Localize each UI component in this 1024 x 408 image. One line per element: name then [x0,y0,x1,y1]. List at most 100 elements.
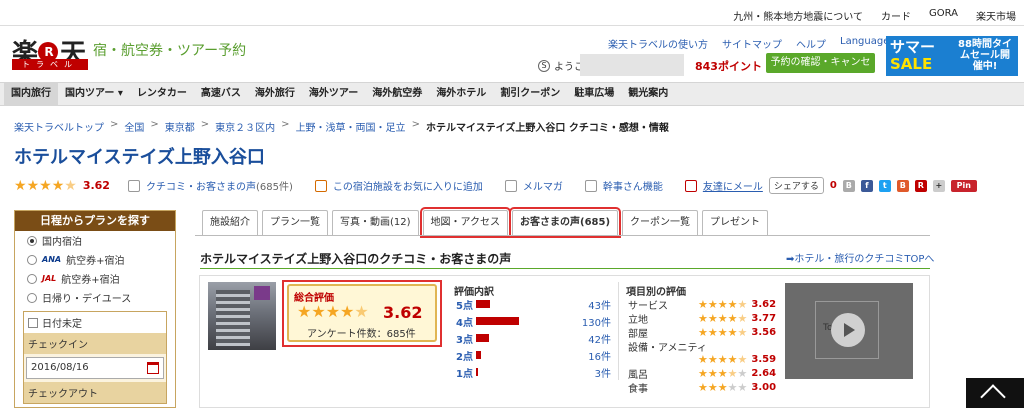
review-link[interactable]: クチコミ・お客さまの声(685件) [146,178,293,193]
nav-parking[interactable]: 駐車広場 [567,83,621,105]
dist-bar [476,300,490,308]
dist-row-5[interactable]: 5点 43件 [456,296,611,312]
date-search-heading: 日程からプランを探す [15,211,175,231]
crumb-23ku[interactable]: 東京２３区内 [215,119,275,134]
nav-rentacar[interactable]: レンタカー [130,83,194,105]
facebook-icon[interactable]: f [860,179,873,192]
dist-row-4[interactable]: 4点 130件 [456,313,611,329]
dist-row-2[interactable]: 2点 16件 [456,347,611,363]
video-player[interactable]: Toy Box [785,283,913,379]
option-domestic-stay[interactable]: 国内宿泊 [15,231,175,250]
link-sitemap[interactable]: サイトマップ [722,36,782,51]
tab-presents[interactable]: プレゼント [702,210,769,235]
nav-sightseeing[interactable]: 観光案内 [621,83,675,105]
undecided-label: 日付未定 [42,319,82,330]
option-label: 航空券+宿泊 [61,275,120,286]
twitter-icon[interactable]: t [878,179,891,192]
crumb-ueno[interactable]: 上野・浅草・両国・足立 [296,119,406,134]
nav-overseas-air[interactable]: 海外航空券 [365,83,429,105]
crumb-current: ホテルマイステイズ上野入谷口 クチコミ・感想・情報 [425,123,669,134]
undecided-checkbox-row[interactable]: 日付未定 [24,312,166,333]
item-row-equipment: ★ ★ ★ ★ ★ 3.59 [628,352,778,366]
header-links: 楽天トラベルの使い方 サイトマップ ヘルプ Languages ▾ [608,36,903,51]
rakuten-share-icon[interactable]: R [914,179,927,192]
crumb-tokyo[interactable]: 東京都 [165,119,195,134]
link-help[interactable]: ヘルプ [796,36,826,51]
tab-coupons[interactable]: クーポン一覧 [622,210,699,235]
pinterest-icon[interactable]: Pin [950,179,977,192]
nav-overseas-hotel[interactable]: 海外ホテル [429,83,493,105]
radio-icon[interactable] [27,235,37,246]
scroll-top-icon[interactable] [966,378,1024,408]
item-stars: ★ ★ ★ ★ ★ [698,297,748,311]
date-search-panel: 日程からプランを探す 国内宿泊 ANA 航空券+宿泊 JAL 航空券+宿泊 日帰… [14,210,176,408]
radio-icon[interactable] [27,292,37,303]
hatena-icon[interactable]: B [896,179,909,192]
item-score: 3.00 [751,381,777,393]
item-name: 風呂 [628,369,648,381]
mail-icon [504,179,517,192]
item-score: 3.62 [751,298,777,310]
link-howto[interactable]: 楽天トラベルの使い方 [608,36,708,51]
checkin-input[interactable]: 2016/08/16 [26,357,164,379]
dist-label: 3点 [456,334,473,346]
item-score: 2.64 [751,367,777,379]
tab-map[interactable]: 地図・アクセス [419,207,512,238]
crumb-top[interactable]: 楽天トラベルトップ [14,119,104,134]
dist-label: 5点 [456,300,473,312]
tab-reviews[interactable]: お客さまの声(685) [509,207,622,238]
plus-icon[interactable]: + [932,179,945,192]
tell-friend-link[interactable]: 友達にメール [703,178,763,193]
points-coin-icon: S [538,59,550,72]
dist-row-3[interactable]: 3点 42件 [456,330,611,346]
jal-logo: JAL [42,274,57,283]
tab-photos[interactable]: 写真・動画(12) [332,210,419,235]
reservation-confirm-button[interactable]: 予約の確認・キャンセル [766,53,875,88]
review-count: (685件) [255,182,293,193]
nav-domestic[interactable]: 国内旅行 [4,83,58,105]
checkin-value: 2016/08/16 [31,362,89,373]
review-link-label: クチコミ・お客さまの声 [145,182,256,193]
sale-timesale-text: 88時間タイムセール開催中! [958,39,1012,72]
option-jal[interactable]: JAL 航空券+宿泊 [15,269,175,288]
points-count[interactable]: 843ポイント [695,58,762,74]
nav-overseas[interactable]: 海外旅行 [248,83,302,105]
summer-sale-banner[interactable]: サマー SALE 88時間タイムセール開催中! [886,36,1018,76]
hotel-photo[interactable] [208,282,276,350]
mailmag-link[interactable]: メルマガ [523,178,563,193]
reviews-top-link[interactable]: ➡ホテル・旅行のクチコミTOPへ [786,250,934,265]
share-button[interactable]: シェアする [768,177,824,194]
tab-divider [195,235,930,236]
nav-overseas-tour[interactable]: 海外ツアー [302,83,365,105]
bookmark-icon[interactable]: B [842,179,855,192]
nav-bus[interactable]: 高速バス [194,83,248,105]
favorite-link[interactable]: この宿泊施設をお気に入りに追加 [333,178,483,193]
option-dayuse[interactable]: 日帰り・デイユース [15,288,175,307]
page-title: ホテルマイステイズ上野入谷口 [14,147,265,168]
nav-coupon[interactable]: 割引クーポン [493,83,567,105]
kanji-link[interactable]: 幹事さん機能 [603,178,663,193]
option-ana[interactable]: ANA 航空券+宿泊 [15,250,175,269]
sale-title: サマー [890,38,936,56]
radio-icon[interactable] [27,273,37,284]
checkin-label: チェックイン [24,333,166,354]
utility-link-card[interactable]: カード [881,8,911,23]
nav-domestic-tour[interactable]: 国内ツアー ▾ [58,83,130,105]
utility-link-earthquake[interactable]: 九州・熊本地方地震について [733,8,863,23]
tab-facility[interactable]: 施設紹介 [202,210,258,235]
tab-plans[interactable]: プラン一覧 [262,210,328,235]
item-name: 立地 [628,314,648,326]
calendar-icon[interactable] [147,362,159,374]
utility-link-gora[interactable]: GORA [929,8,958,23]
dist-row-1[interactable]: 1点 3件 [456,364,611,380]
play-icon[interactable] [831,313,865,347]
dist-bar [476,368,478,376]
dist-count: 130件 [581,317,611,329]
utility-link-ichiba[interactable]: 楽天市場 [976,8,1016,23]
checkbox-icon[interactable] [28,317,38,328]
item-stars: ★ ★ ★ ★ ★ [698,380,748,394]
crumb-national[interactable]: 全国 [124,119,144,134]
item-name: サービス [628,300,668,312]
dist-bar [476,334,489,342]
radio-icon[interactable] [27,254,37,265]
